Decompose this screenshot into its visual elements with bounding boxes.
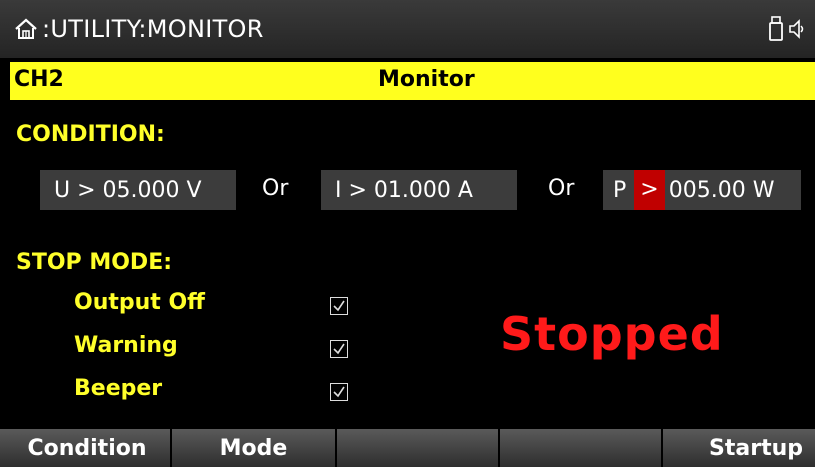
channel-label: CH2	[14, 67, 64, 92]
voltage-condition-field[interactable]: U > 05.000 V	[40, 170, 236, 210]
title-bar: :UTILITY:MONITOR	[0, 0, 815, 60]
channel-bar: CH2 Monitor	[10, 62, 815, 100]
voltage-value: 05.000	[102, 177, 180, 203]
home-icon[interactable]	[12, 15, 40, 43]
check-icon	[333, 300, 345, 312]
power-prefix: P	[613, 177, 627, 203]
current-prefix: I >	[335, 177, 374, 203]
voltage-unit: V	[179, 177, 202, 203]
warning-label: Warning	[74, 333, 178, 358]
power-operator-selector[interactable]: >	[634, 170, 665, 210]
beeper-label: Beeper	[74, 376, 163, 401]
current-unit: A	[450, 177, 473, 203]
softkey-4[interactable]	[500, 429, 663, 467]
or-label-2: Or	[548, 176, 575, 201]
speaker-icon	[789, 17, 805, 45]
power-value: 005.00	[668, 177, 746, 203]
current-value: 01.000	[373, 177, 451, 203]
mode-softkey[interactable]: Mode	[172, 429, 337, 467]
softkey-3[interactable]	[337, 429, 500, 467]
check-icon	[333, 343, 345, 355]
status-icons	[769, 16, 805, 46]
startup-softkey[interactable]: Startup	[663, 429, 815, 467]
softkey-bar: Condition Mode Startup	[0, 429, 815, 467]
beeper-checkbox[interactable]	[330, 383, 348, 401]
stop-mode-label: STOP MODE:	[16, 250, 173, 275]
condition-label: CONDITION:	[16, 122, 165, 147]
monitor-status: Stopped	[500, 307, 724, 361]
power-condition-field[interactable]: P >005.00 W	[603, 170, 801, 210]
page-title: Monitor	[378, 67, 475, 92]
check-icon	[333, 386, 345, 398]
usb-icon	[769, 16, 783, 46]
or-label-1: Or	[262, 176, 289, 201]
warning-checkbox[interactable]	[330, 340, 348, 358]
output-off-checkbox[interactable]	[330, 297, 348, 315]
power-unit: W	[745, 177, 775, 203]
breadcrumb: :UTILITY:MONITOR	[42, 15, 264, 43]
output-off-label: Output Off	[74, 290, 205, 315]
current-condition-field[interactable]: I > 01.000 A	[321, 170, 517, 210]
condition-softkey[interactable]: Condition	[0, 429, 172, 467]
voltage-prefix: U >	[54, 177, 103, 203]
